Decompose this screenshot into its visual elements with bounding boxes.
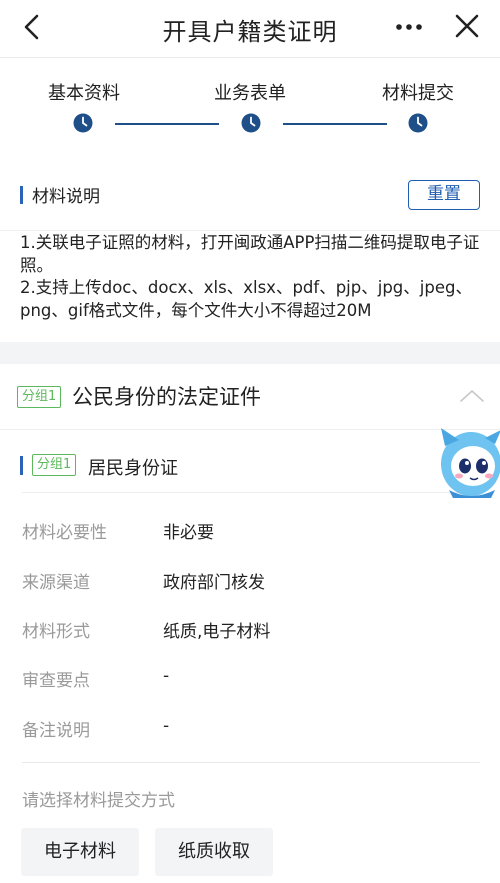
more-button[interactable] — [394, 10, 426, 46]
detail-row: 审查要点 - — [22, 662, 482, 692]
paper-collection-button[interactable]: 纸质收取 — [155, 828, 273, 876]
top-nav-bar: 开具户籍类证明 — [0, 0, 500, 58]
electronic-material-button[interactable]: 电子材料 — [21, 828, 139, 876]
group-header[interactable]: 分组1 公民身份的法定证件 — [0, 364, 500, 430]
section-accent-bar — [20, 186, 23, 204]
row-label: 来源渠道 — [22, 573, 90, 593]
more-horizontal-icon — [396, 24, 422, 30]
note-line: 2.支持上传doc、docx、xls、xlsx、pdf、pjp、jpg、jpeg… — [20, 278, 472, 320]
item-accent-bar — [20, 456, 23, 475]
row-label: 备注说明 — [22, 721, 90, 741]
step-label-basic: 基本资料 — [48, 83, 120, 104]
divider — [22, 762, 480, 763]
clock-icon — [408, 113, 428, 133]
step-connector — [283, 123, 387, 125]
detail-row: 备注说明 - — [22, 712, 482, 742]
divider — [22, 492, 480, 493]
clock-icon — [73, 113, 93, 133]
collapse-button[interactable] — [458, 386, 486, 406]
group-title: 公民身份的法定证件 — [72, 385, 261, 409]
item-title: 居民身份证 — [88, 458, 178, 479]
close-button[interactable] — [450, 8, 484, 46]
detail-row: 材料形式 纸质,电子材料 — [22, 613, 482, 643]
section-title: 材料说明 — [32, 187, 100, 207]
row-label: 材料形式 — [22, 622, 90, 642]
reset-button[interactable]: 重置 — [408, 180, 480, 210]
clock-icon — [241, 113, 261, 133]
group-tag: 分组1 — [17, 386, 62, 408]
item-tag: 分组1 — [32, 454, 77, 476]
row-label: 审查要点 — [22, 671, 90, 691]
row-label: 材料必要性 — [22, 523, 107, 543]
section-gap — [0, 342, 500, 364]
assistant-mascot-icon[interactable] — [437, 424, 500, 500]
note-line: 1.关联电子证照的材料，打开闽政通APP扫描二维码提取电子证照。 — [20, 233, 480, 275]
material-notes: 1.关联电子证照的材料，打开闽政通APP扫描二维码提取电子证照。 2.支持上传d… — [20, 232, 490, 322]
detail-row: 材料必要性 非必要 — [22, 514, 482, 544]
row-value: 政府部门核发 — [163, 573, 265, 593]
row-value: 纸质,电子材料 — [163, 622, 271, 642]
material-item-header: 分组1 居民身份证 — [0, 440, 500, 492]
row-value: 非必要 — [163, 523, 214, 543]
divider — [0, 230, 500, 231]
row-value: - — [163, 666, 170, 686]
step-progress: 基本资料 业务表单 材料提交 — [0, 58, 500, 158]
row-value: - — [163, 716, 170, 736]
submit-method-hint: 请选择材料提交方式 — [22, 791, 175, 811]
close-icon — [455, 14, 479, 38]
step-label-form: 业务表单 — [214, 83, 286, 104]
material-section-header: 材料说明 重置 — [0, 170, 500, 220]
chevron-up-icon — [460, 390, 484, 402]
step-label-submit: 材料提交 — [382, 83, 454, 104]
detail-row: 来源渠道 政府部门核发 — [22, 564, 482, 594]
step-connector — [115, 123, 219, 125]
